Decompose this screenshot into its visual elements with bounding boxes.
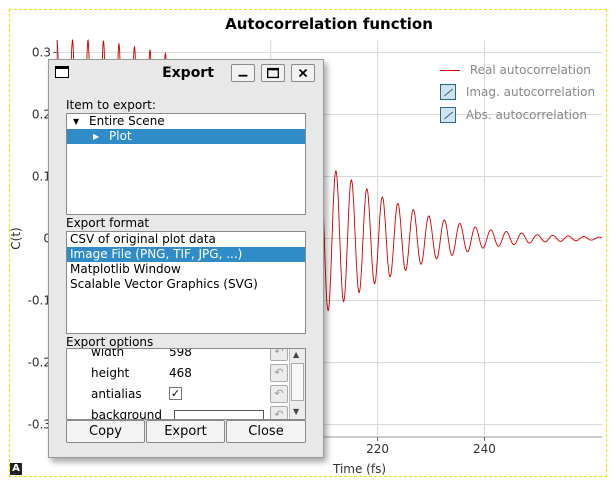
y-tick-label: 0.3: [32, 45, 51, 59]
background-color-swatch[interactable]: [174, 410, 264, 419]
format-item[interactable]: Image File (PNG, TIF, JPG, ...): [67, 247, 305, 262]
reset-icon[interactable]: ↶: [270, 406, 288, 419]
x-tick-label: 220: [366, 442, 389, 456]
scrollbar-thumb[interactable]: [291, 363, 304, 401]
height-value[interactable]: 468: [169, 366, 192, 380]
options-scrollbar[interactable]: ▲ ▼: [289, 349, 305, 419]
tree-item-entire-scene[interactable]: ▼ Entire Scene: [67, 114, 305, 129]
export-button[interactable]: Export: [146, 420, 225, 443]
tree-item-plot[interactable]: ▶ Plot: [67, 129, 305, 144]
close-button[interactable]: Close: [226, 420, 306, 443]
format-item[interactable]: CSV of original plot data: [67, 232, 305, 247]
legend-abs[interactable]: Abs. autocorrelation: [440, 107, 587, 123]
maximize-icon: [267, 67, 279, 79]
reset-icon[interactable]: ↶: [270, 349, 288, 361]
plot-title: Autocorrelation function: [225, 15, 433, 33]
collapsed-arrow-icon[interactable]: ▶: [93, 129, 99, 144]
export-options-table[interactable]: width 598 ↶ height 468 ↶ antialias ✓ ↶ b…: [66, 348, 306, 420]
hidden-eye-icon[interactable]: [440, 84, 456, 100]
format-item[interactable]: Matplotlib Window: [67, 262, 305, 277]
legend-imag-label: Imag. autocorrelation: [465, 84, 596, 99]
export-format-list[interactable]: CSV of original plot data Image File (PN…: [66, 231, 306, 334]
option-row-width[interactable]: width 598 ↶: [67, 348, 289, 363]
option-row-background[interactable]: background ↶: [67, 405, 289, 420]
item-to-export-label: Item to export:: [66, 98, 156, 112]
legend-imag[interactable]: Imag. autocorrelation: [440, 84, 595, 100]
auto-range-icon[interactable]: A: [10, 463, 22, 475]
reset-icon[interactable]: ↶: [270, 385, 288, 403]
scroll-up-icon[interactable]: ▲: [293, 350, 299, 359]
tree-item-label: Entire Scene: [89, 114, 165, 128]
dialog-titlebar[interactable]: Export: [49, 60, 323, 87]
scroll-down-icon[interactable]: ▼: [293, 407, 299, 416]
y-axis-label: C(t): [9, 227, 23, 249]
minimize-icon: [238, 74, 248, 77]
tree-item-label: Plot: [109, 129, 132, 143]
reset-icon[interactable]: ↶: [270, 364, 288, 382]
width-value[interactable]: 598: [169, 349, 192, 359]
legend-real[interactable]: Real autocorrelation: [440, 63, 591, 77]
export-options-label: Export options: [66, 335, 154, 349]
x-tick-label: 240: [473, 442, 496, 456]
antialias-checkbox[interactable]: ✓: [169, 387, 182, 400]
legend-abs-label: Abs. autocorrelation: [465, 107, 587, 122]
item-tree[interactable]: ▼ Entire Scene ▶ Plot: [66, 113, 306, 215]
option-key: width: [91, 348, 125, 359]
copy-button[interactable]: Copy: [66, 420, 145, 443]
option-key: background: [91, 408, 162, 420]
export-format-label: Export format: [66, 216, 150, 230]
line-swatch-icon: [440, 70, 460, 71]
hidden-eye-icon[interactable]: [440, 107, 456, 123]
legend-real-label: Real autocorrelation: [469, 63, 591, 77]
option-key: height: [91, 366, 130, 380]
maximize-button[interactable]: [261, 64, 285, 82]
format-item[interactable]: Scalable Vector Graphics (SVG): [67, 277, 305, 292]
export-dialog: Export Item to export: ▼ Entire Scene ▶ …: [48, 59, 324, 458]
option-row-height[interactable]: height 468 ↶: [67, 363, 289, 384]
minimize-button[interactable]: [231, 64, 255, 82]
close-icon: [298, 68, 308, 78]
expanded-arrow-icon[interactable]: ▼: [73, 114, 79, 129]
option-key: antialias: [91, 387, 142, 401]
x-axis-label: Time (fs): [332, 462, 386, 476]
option-row-antialias[interactable]: antialias ✓ ↶: [67, 384, 289, 405]
close-window-button[interactable]: [291, 64, 315, 82]
